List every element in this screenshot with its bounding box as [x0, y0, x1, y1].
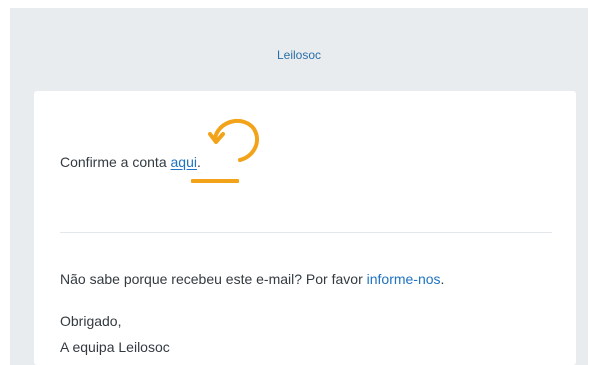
thanks-text: Obrigado, — [60, 313, 122, 329]
email-background: Leilosoc Confirme a conta aqui. Não sabe… — [10, 8, 588, 365]
confirm-account-prefix: Confirme a conta — [60, 154, 171, 170]
report-link[interactable]: informe-nos — [367, 271, 441, 287]
unexpected-email-text: Não sabe porque recebeu este e-mail? Por… — [60, 271, 444, 287]
unexpected-email-question: Não sabe porque recebeu este e-mail? Por… — [60, 271, 367, 287]
team-signature: A equipa Leilosoc — [60, 339, 170, 355]
content-divider — [60, 232, 552, 233]
screenshot-viewport: Leilosoc Confirme a conta aqui. Não sabe… — [0, 0, 594, 365]
unexpected-email-period: . — [440, 271, 445, 287]
brand-title: Leilosoc — [276, 48, 322, 62]
email-card: Confirme a conta aqui. Não sabe porque r… — [34, 91, 576, 365]
confirm-account-link[interactable]: aqui — [171, 154, 197, 170]
annotation-underline — [191, 179, 239, 183]
confirm-account-text: Confirme a conta aqui. — [60, 154, 201, 170]
curved-arrow-icon — [208, 118, 260, 162]
